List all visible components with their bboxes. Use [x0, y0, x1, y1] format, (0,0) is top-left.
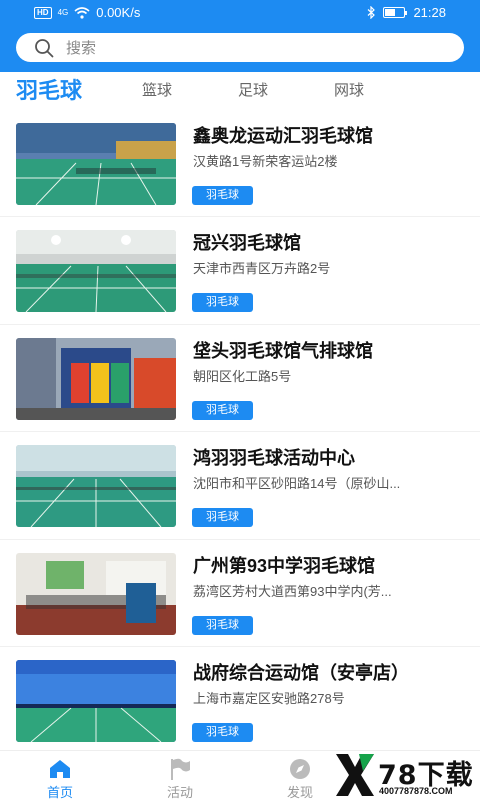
- clock: 21:28: [413, 5, 446, 20]
- venue-title: 鑫奥龙运动汇羽毛球馆: [193, 126, 373, 146]
- sport-tag: 羽毛球: [192, 508, 253, 528]
- nav-home[interactable]: 首页: [25, 751, 95, 800]
- tab-football[interactable]: 足球: [238, 72, 268, 110]
- venue-photo: [16, 552, 176, 635]
- site-watermark: 78下载 4007787878.COM: [333, 752, 478, 798]
- tab-badminton[interactable]: 羽毛球: [16, 72, 82, 110]
- venue-address: 朝阳区化工路5号: [193, 368, 292, 384]
- home-icon: [50, 760, 70, 778]
- venue-item[interactable]: 冠兴羽毛球馆 天津市西青区万卉路2号 羽毛球: [0, 217, 480, 325]
- venue-address: 上海市嘉定区安驰路278号: [193, 690, 345, 706]
- status-bar: HD 4G 0.00K/s 21:28: [0, 0, 480, 28]
- watermark-url: 4007787878.COM: [379, 786, 453, 796]
- signal-label: 4G: [57, 7, 69, 17]
- sport-tag: 羽毛球: [192, 615, 253, 635]
- search-input[interactable]: 搜索: [16, 33, 464, 62]
- venue-address: 汉黄路1号新荣客运站2楼: [193, 154, 338, 169]
- venue-address: 荔湾区芳村大道西第93中学内(芳...: [193, 583, 392, 599]
- search-placeholder: 搜索: [66, 40, 97, 57]
- sport-tag: 羽毛球: [192, 186, 253, 205]
- venue-list: 鑫奥龙运动汇羽毛球馆 汉黄路1号新荣客运站2楼 羽毛球 冠兴羽毛球馆 天津市西青…: [0, 110, 480, 755]
- venue-address: 天津市西青区万卉路2号: [193, 261, 331, 277]
- nav-home-label: 首页: [46, 785, 73, 800]
- nav-activity[interactable]: 活动: [145, 751, 215, 800]
- compass-icon: [290, 759, 310, 779]
- nav-activity-label: 活动: [166, 785, 193, 800]
- venue-title: 冠兴羽毛球馆: [193, 233, 301, 254]
- search-icon: [35, 38, 54, 57]
- tab-tennis[interactable]: 网球: [334, 72, 364, 110]
- flag-icon: [171, 758, 190, 780]
- sport-tag: 羽毛球: [192, 722, 253, 742]
- venue-title: 鸿羽羽毛球活动中心: [193, 448, 355, 469]
- nav-discover[interactable]: 发现: [265, 751, 335, 800]
- venue-photo: [16, 123, 176, 205]
- venue-photo: [16, 337, 176, 420]
- venue-photo: [16, 230, 176, 313]
- venue-title: 广州第93中学羽毛球馆: [193, 555, 376, 576]
- venue-address: 沈阳市和平区砂阳路14号（原砂山...: [193, 476, 401, 492]
- venue-item[interactable]: 垡头羽毛球馆气排球馆 朝阳区化工路5号 羽毛球: [0, 325, 480, 433]
- venue-item[interactable]: 鸿羽羽毛球活动中心 沈阳市和平区砂阳路14号（原砂山... 羽毛球: [0, 432, 480, 540]
- sport-tag: 羽毛球: [192, 400, 253, 420]
- header-bar: HD 4G 0.00K/s 21:28 搜索: [0, 0, 480, 72]
- venue-title: 垡头羽毛球馆气排球馆: [193, 340, 373, 361]
- tab-basketball[interactable]: 篮球: [142, 72, 172, 110]
- nav-discover-label: 发现: [286, 785, 313, 800]
- venue-photo: [16, 659, 176, 742]
- venue-item[interactable]: 战府综合运动馆（安亭店） 上海市嘉定区安驰路278号 羽毛球: [0, 647, 480, 755]
- x-logo-icon: [336, 754, 374, 796]
- sport-tag: 羽毛球: [192, 293, 253, 313]
- bluetooth-icon: [368, 6, 376, 19]
- sport-tabs: 羽毛球 篮球 足球 网球: [0, 72, 480, 110]
- venue-title: 战府综合运动馆（安亭店）: [193, 662, 409, 683]
- venue-item[interactable]: 广州第93中学羽毛球馆 荔湾区芳村大道西第93中学内(芳... 羽毛球: [0, 540, 480, 647]
- venue-photo: [16, 445, 176, 528]
- network-speed: 0.00K/s: [96, 5, 141, 20]
- venue-item[interactable]: 鑫奥龙运动汇羽毛球馆 汉黄路1号新荣客运站2楼 羽毛球: [0, 110, 480, 218]
- battery-icon: [383, 7, 408, 18]
- hd-badge: HD: [34, 6, 52, 19]
- wifi-icon: [74, 6, 90, 19]
